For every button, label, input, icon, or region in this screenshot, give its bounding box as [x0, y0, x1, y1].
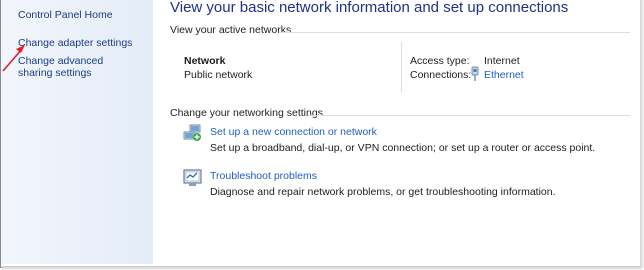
troubleshoot-problems-link[interactable]: Troubleshoot problems: [210, 170, 317, 182]
access-type-label: Access type:: [410, 55, 470, 67]
active-networks-heading: View your active networks: [170, 24, 292, 36]
troubleshoot-icon: [183, 169, 202, 186]
change-advanced-sharing-settings-link[interactable]: Change advanced sharing settings: [18, 55, 138, 79]
ethernet-adapter-icon: [471, 66, 479, 81]
network-type: Public network: [184, 69, 253, 81]
window-shadow-right: [640, 0, 644, 268]
change-adapter-settings-link[interactable]: Change adapter settings: [18, 37, 132, 49]
setup-connection-description: Set up a broadband, dial-up, or VPN conn…: [210, 142, 596, 154]
networking-settings-rule: [308, 115, 630, 116]
window-shadow-bottom: [2, 266, 642, 270]
red-arrow-icon: [2, 45, 25, 72]
control-panel-home-link[interactable]: Control Panel Home: [18, 9, 113, 21]
active-networks-rule: [280, 32, 630, 33]
setup-connection-link[interactable]: Set up a new connection or network: [210, 126, 377, 138]
page-title: View your basic network information and …: [170, 0, 569, 16]
connections-label: Connections:: [410, 69, 472, 81]
network-name: Network: [184, 55, 226, 67]
network-divider: [401, 42, 402, 92]
access-type-value: Internet: [484, 55, 520, 67]
networking-settings-heading: Change your networking settings: [170, 107, 323, 119]
ethernet-connection-link[interactable]: Ethernet: [484, 69, 524, 81]
troubleshoot-description: Diagnose and repair network problems, or…: [210, 186, 556, 198]
new-connection-icon: [183, 124, 201, 141]
